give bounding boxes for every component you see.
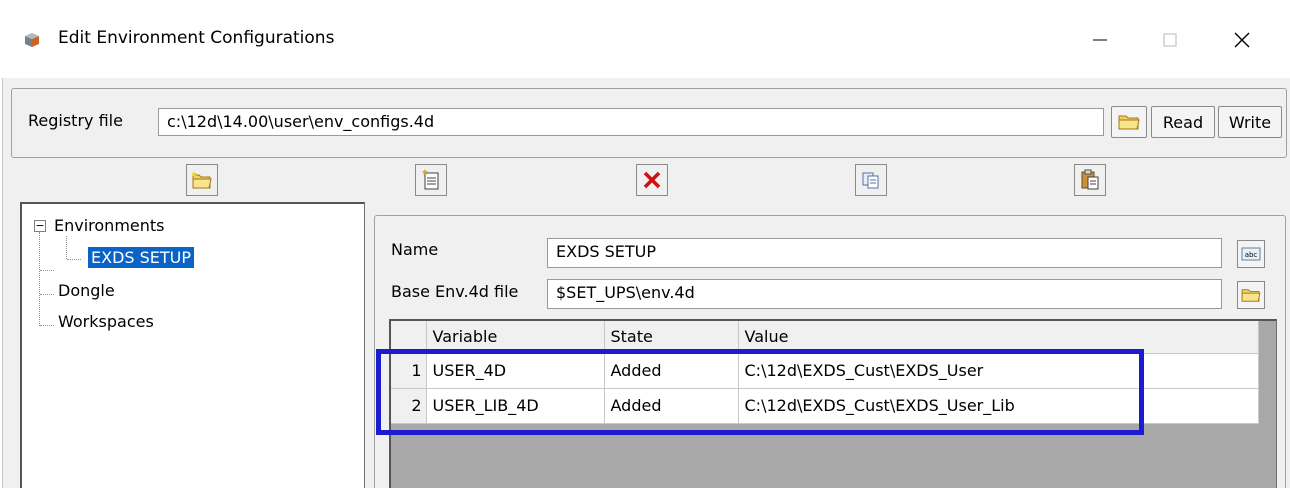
close-button[interactable] (1222, 20, 1262, 60)
base-env-input[interactable]: $SET_UPS\env.4d (547, 279, 1222, 309)
registry-panel: Registry file c:\12d\14.00\user\env_conf… (11, 88, 1287, 158)
tree-guide-line (40, 294, 54, 295)
registry-file-label: Registry file (28, 111, 123, 130)
browse-registry-button[interactable] (1111, 106, 1147, 138)
row-number-header (391, 321, 427, 354)
delete-button[interactable] (636, 164, 668, 196)
copy-icon (862, 172, 879, 189)
tree-item-exds-setup[interactable]: EXDS SETUP (88, 247, 195, 268)
tree-guide-line (67, 259, 81, 260)
table-header-row: Variable State Value (391, 321, 1259, 354)
app-icon (25, 33, 39, 47)
tree-guide-line (40, 270, 54, 271)
cell-variable[interactable]: USER_4D (426, 353, 605, 389)
folder-icon (1241, 289, 1261, 302)
new-folder-button[interactable] (186, 164, 218, 196)
tree-item-environments[interactable]: Environments (54, 216, 165, 235)
paste-icon (1081, 169, 1099, 190)
cell-value[interactable]: C:\12d\EXDS_Cust\EXDS_User (738, 353, 1259, 389)
close-icon (1234, 32, 1250, 48)
tree-item-dongle[interactable]: Dongle (58, 281, 115, 300)
rename-button[interactable]: abc (1237, 240, 1265, 268)
table-row[interactable]: 1 USER_4D Added C:\12d\EXDS_Cust\EXDS_Us… (391, 353, 1259, 389)
minimize-button[interactable] (1080, 20, 1120, 60)
minimize-icon (1093, 39, 1107, 41)
text-edit-icon: abc (1241, 247, 1261, 261)
cell-variable[interactable]: USER_LIB_4D (426, 388, 605, 424)
details-panel: Name EXDS SETUP abc Base Env.4d file $SE… (374, 215, 1286, 488)
new-folder-icon (191, 171, 212, 189)
title-bar: Edit Environment Configurations (0, 0, 1290, 78)
new-document-icon (422, 169, 439, 190)
tree-guide-line (39, 232, 40, 326)
cell-value[interactable]: C:\12d\EXDS_Cust\EXDS_User_Lib (738, 388, 1259, 424)
column-header-value[interactable]: Value (738, 321, 1259, 354)
variables-grid[interactable]: Variable State Value 1 USER_4D Added C:\… (389, 319, 1277, 488)
dialog-client-area: Registry file c:\12d\14.00\user\env_conf… (2, 78, 1290, 488)
browse-base-env-button[interactable] (1237, 281, 1265, 309)
column-header-state[interactable]: State (604, 321, 739, 354)
read-button[interactable]: Read (1151, 106, 1215, 138)
window-title: Edit Environment Configurations (58, 28, 335, 48)
svg-text:abc: abc (1245, 251, 1258, 259)
table-row[interactable]: 2 USER_LIB_4D Added C:\12d\EXDS_Cust\EXD… (391, 388, 1259, 424)
name-input[interactable]: EXDS SETUP (547, 238, 1222, 268)
write-button[interactable]: Write (1218, 106, 1282, 138)
paste-button[interactable] (1074, 164, 1106, 196)
variables-table: Variable State Value 1 USER_4D Added C:\… (391, 321, 1259, 424)
folder-icon (1118, 115, 1140, 130)
maximize-icon (1163, 33, 1177, 47)
cell-state[interactable]: Added (604, 388, 739, 424)
row-number: 1 (391, 353, 427, 389)
name-label: Name (391, 240, 439, 259)
registry-file-input[interactable]: c:\12d\14.00\user\env_configs.4d (158, 108, 1104, 136)
environment-tree[interactable]: − Environments EXDS SETUP Dongle Workspa… (20, 202, 365, 488)
cell-state[interactable]: Added (604, 353, 739, 389)
collapse-icon[interactable]: − (34, 220, 46, 232)
delete-icon (643, 171, 661, 189)
row-number: 2 (391, 388, 427, 424)
new-item-button[interactable] (415, 164, 447, 196)
column-header-variable[interactable]: Variable (426, 321, 605, 354)
tree-guide-line (66, 236, 67, 259)
tree-item-workspaces[interactable]: Workspaces (58, 312, 154, 331)
base-env-label: Base Env.4d file (391, 282, 519, 301)
maximize-button[interactable] (1150, 20, 1190, 60)
copy-button[interactable] (855, 164, 887, 196)
tree-guide-line (40, 325, 54, 326)
